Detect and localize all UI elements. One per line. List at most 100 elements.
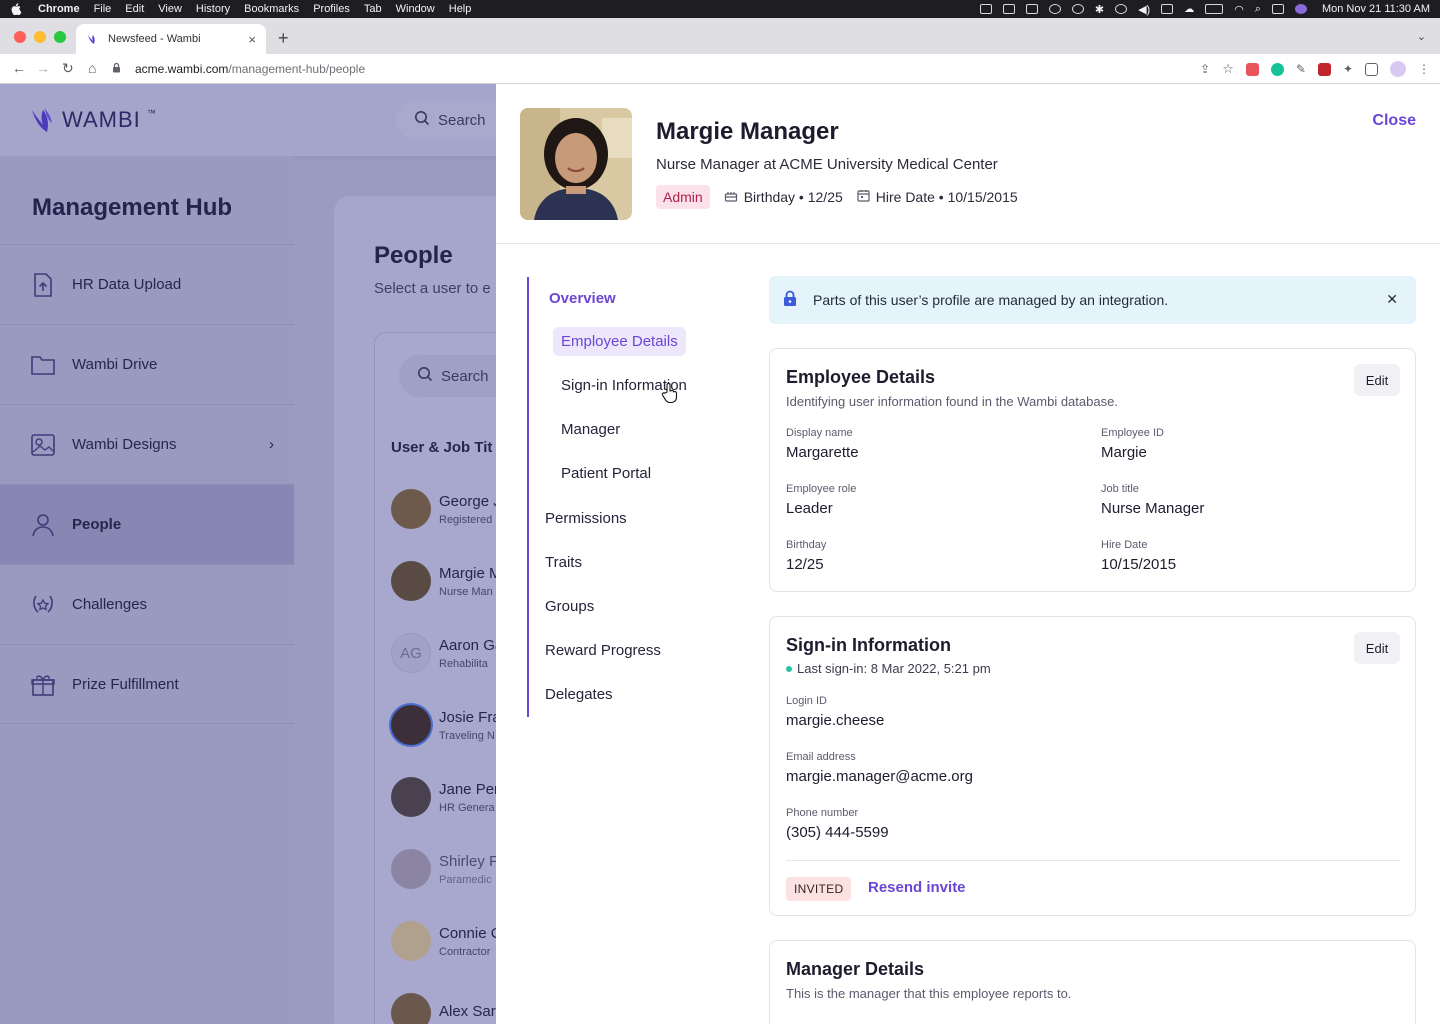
profile-name: Margie Manager [656, 118, 839, 145]
menu-view[interactable]: View [158, 3, 182, 15]
close-icon[interactable]: ✕ [1386, 291, 1398, 308]
menu-tab[interactable]: Tab [364, 3, 382, 15]
nav-overview[interactable]: Overview [549, 290, 616, 307]
wambi-logo-icon [32, 108, 52, 132]
sync-status-icon[interactable] [1048, 4, 1061, 14]
back-arrow-icon[interactable]: ← [12, 60, 26, 76]
sidebar-item-challenges[interactable]: Challenges [0, 564, 294, 644]
browser-toolbar: ← → ↻ ⌂ acme.wambi.com/management-hub/pe… [0, 54, 1440, 84]
profile-header: Margie Manager Nurse Manager at ACME Uni… [496, 84, 1440, 244]
person-name: Connie C [439, 924, 502, 942]
siri-icon[interactable] [1294, 4, 1307, 14]
management-sidebar: Management Hub HR Data Upload Wambi Driv… [0, 156, 294, 1024]
extension-red-icon[interactable] [1245, 62, 1259, 76]
menu-edit[interactable]: Edit [125, 3, 144, 15]
bluetooth-icon[interactable]: ✱ [1095, 3, 1104, 16]
avatar [391, 561, 431, 601]
menu-window[interactable]: Window [396, 3, 435, 15]
w-status-icon[interactable] [1071, 4, 1084, 14]
logo-text: WAMBI [62, 107, 141, 132]
nav-traits[interactable]: Traits [545, 554, 582, 571]
close-tab-icon[interactable]: × [248, 32, 256, 47]
reload-icon[interactable]: ↻ [62, 60, 74, 77]
nav-employee-details[interactable]: Employee Details [553, 327, 686, 356]
nav-manager[interactable]: Manager [553, 415, 628, 444]
url-host: acme.wambi.com [135, 62, 229, 76]
person-name: Jane Per [439, 780, 500, 798]
pointer-hand-cursor-icon [660, 382, 680, 409]
apple-icon[interactable] [10, 3, 22, 15]
sidebar-item-wambi-designs[interactable]: Wambi Designs › [0, 404, 294, 484]
weather-icon[interactable]: ☁ [1184, 4, 1194, 15]
manager-details-card: Manager Details This is the manager that… [769, 940, 1416, 1024]
sidepanel-icon[interactable] [1365, 62, 1378, 76]
minimize-window-button[interactable] [34, 31, 46, 43]
employee-role-field: Employee role Leader [786, 483, 856, 517]
new-tab-icon[interactable]: + [278, 28, 289, 49]
user-job-title-column-header[interactable]: User & Job Tit [391, 439, 492, 456]
nav-permissions[interactable]: Permissions [545, 510, 627, 527]
lock-icon[interactable] [112, 62, 121, 76]
keyboard-icon[interactable] [1161, 4, 1174, 14]
control-center-icon[interactable] [1271, 4, 1284, 14]
menu-bookmarks[interactable]: Bookmarks [244, 3, 299, 15]
edit-sign-in-button[interactable]: Edit [1354, 632, 1400, 664]
zoom-window-button[interactable] [54, 31, 66, 43]
chrome-menu-icon[interactable]: ⋮ [1418, 62, 1430, 76]
close-drawer-button[interactable]: Close [1372, 112, 1416, 130]
address-bar[interactable]: acme.wambi.com/management-hub/people [112, 57, 1230, 81]
bookmark-star-icon[interactable]: ☆ [1222, 61, 1234, 77]
grid-status-icon[interactable] [1002, 4, 1015, 14]
avatar-initials: AG [391, 633, 431, 673]
field-label: Birthday [786, 539, 827, 551]
menu-profiles[interactable]: Profiles [313, 3, 350, 15]
share-icon[interactable]: ⇪ [1200, 62, 1210, 76]
edit-employee-details-button[interactable]: Edit [1354, 364, 1400, 396]
menu-file[interactable]: File [94, 3, 112, 15]
person-name: Margie M [439, 564, 502, 582]
field-value: 10/15/2015 [1101, 556, 1177, 573]
employee-id-field: Employee ID Margie [1101, 427, 1164, 461]
menu-app-name[interactable]: Chrome [38, 3, 80, 15]
menu-history[interactable]: History [196, 3, 230, 15]
sidebar-item-people[interactable]: People [0, 484, 294, 564]
puzzle-icon[interactable]: ✦ [1343, 62, 1353, 76]
integration-banner-text: Parts of this user’s profile are managed… [813, 292, 1169, 308]
person-role: Contractor [439, 945, 491, 958]
people-subtitle: Select a user to e [374, 280, 491, 297]
extension-status-icon[interactable] [979, 4, 992, 14]
wifi-icon[interactable]: ◠ [1234, 3, 1244, 16]
lock-icon [783, 290, 797, 310]
grammarly-icon[interactable] [1270, 62, 1284, 76]
browser-tab[interactable]: Newsfeed - Wambi × [76, 24, 266, 54]
wambi-logo[interactable]: WAMBI ™ [30, 104, 157, 136]
tab-search-chevron-icon[interactable]: ⌄ [1417, 30, 1426, 43]
status-icons: ✱ ◀) ☁ ◠ ⌕ Mon Nov 21 11:30 AM [979, 3, 1430, 16]
profile-section-nav: Overview Employee Details Sign-in Inform… [527, 277, 747, 717]
eyedropper-icon[interactable]: ✎ [1296, 62, 1306, 76]
volume-icon[interactable]: ◀) [1138, 3, 1150, 16]
menu-help[interactable]: Help [449, 3, 472, 15]
sidebar-item-hr-data-upload[interactable]: HR Data Upload [0, 244, 294, 324]
field-value: Nurse Manager [1101, 500, 1205, 517]
field-value: 12/25 [786, 556, 824, 573]
display-name-field: Display name Margarette [786, 427, 859, 461]
sidebar-item-wambi-drive[interactable]: Wambi Drive [0, 324, 294, 404]
nav-delegates[interactable]: Delegates [545, 686, 613, 703]
nav-reward-progress[interactable]: Reward Progress [545, 642, 661, 659]
play-status-icon[interactable] [1115, 4, 1128, 14]
forward-arrow-icon[interactable]: → [36, 60, 50, 76]
nav-patient-portal[interactable]: Patient Portal [553, 459, 659, 488]
b-status-icon[interactable] [1025, 4, 1038, 14]
search-icon [417, 366, 433, 386]
battery-icon[interactable] [1205, 4, 1224, 14]
home-icon[interactable]: ⌂ [88, 60, 96, 76]
menubar-clock[interactable]: Mon Nov 21 11:30 AM [1322, 3, 1430, 15]
close-window-button[interactable] [14, 31, 26, 43]
resend-invite-link[interactable]: Resend invite [868, 879, 966, 896]
nav-groups[interactable]: Groups [545, 598, 594, 615]
sidebar-item-prize-fulfillment[interactable]: Prize Fulfillment [0, 644, 294, 724]
extension-darkred-icon[interactable] [1317, 62, 1331, 76]
profile-avatar-icon[interactable] [1390, 61, 1406, 77]
spotlight-icon[interactable]: ⌕ [1255, 3, 1261, 16]
